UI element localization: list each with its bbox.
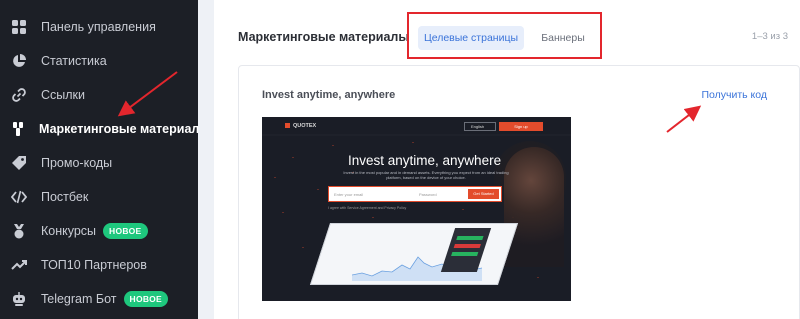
banner-subtitle: Invest in the most popular and in demand… — [343, 170, 509, 180]
banner-email-field: Enter your email — [334, 192, 364, 197]
tab-banners[interactable]: Баннеры — [533, 26, 593, 50]
banner-headline: Invest anytime, anywhere — [348, 153, 502, 168]
content-gutter — [198, 0, 214, 319]
new-badge: НОВОЕ — [103, 223, 148, 239]
banner-password-field: Password — [419, 192, 437, 197]
landing-page-preview: QUOTEX English Sign up Invest anytime, a… — [262, 117, 571, 301]
code-icon — [10, 188, 28, 206]
sidebar-item-label: Промо-коды — [41, 156, 113, 170]
sidebar-item-label: Ссылки — [41, 88, 86, 102]
sidebar-item-marketing-materials[interactable]: Маркетинговые материалы — [0, 112, 210, 146]
sidebar-item-links[interactable]: Ссылки — [0, 78, 198, 112]
sidebar: Панель управления Статистика Ссылки Марк… — [0, 0, 210, 319]
pagination-count: 1–3 из 3 — [751, 31, 788, 42]
tabs-highlight-box: Целевые страницы Баннеры — [407, 12, 602, 59]
sidebar-item-label: ТОП10 Партнеров — [41, 258, 147, 272]
sidebar-item-statistics[interactable]: Статистика — [0, 44, 198, 78]
sidebar-item-contests[interactable]: Конкурсы НОВОЕ — [0, 214, 198, 248]
tag-icon — [10, 154, 28, 172]
medal-icon — [10, 222, 28, 240]
sidebar-item-promo-codes[interactable]: Промо-коды — [0, 146, 198, 180]
sidebar-item-label: Маркетинговые материалы — [39, 122, 211, 136]
card-title: Invest anytime, anywhere — [262, 89, 396, 101]
banner-language-select: English — [464, 122, 496, 131]
banner-signup-button: Sign up — [499, 122, 543, 131]
link-icon — [10, 86, 28, 104]
sidebar-item-dashboard[interactable]: Панель управления — [0, 10, 198, 44]
robot-icon — [10, 290, 28, 308]
dashboard-icon — [10, 18, 28, 36]
sidebar-item-label: Конкурсы — [41, 224, 97, 238]
sidebar-item-label: Статистика — [41, 54, 107, 68]
sidebar-item-label: Telegram Бот — [41, 292, 117, 306]
pie-chart-icon — [10, 52, 28, 70]
get-code-link[interactable]: Получить код — [701, 89, 767, 101]
new-badge: НОВОЕ — [123, 291, 168, 307]
banner-person-body — [504, 147, 564, 267]
sidebar-item-postback[interactable]: Постбек — [0, 180, 198, 214]
tab-landing-pages[interactable]: Целевые страницы — [418, 26, 524, 50]
sidebar-item-label: Постбек — [41, 190, 89, 204]
banner-signup-form: Enter your email Password Get Started — [328, 186, 502, 202]
sidebar-item-top10-partners[interactable]: ТОП10 Партнеров — [0, 248, 198, 282]
sidebar-item-label: Панель управления — [41, 20, 156, 34]
brush-icon — [10, 120, 26, 138]
banner-start-button: Get Started — [468, 189, 499, 199]
main-panel: Маркетинговые материалы Целевые страницы… — [214, 0, 800, 319]
sidebar-item-telegram-bot[interactable]: Telegram Бот НОВОЕ — [0, 282, 198, 316]
trend-icon — [10, 256, 28, 274]
quotex-logo: QUOTEX — [285, 123, 316, 129]
banner-agree-checkbox: I agree with Service Agreement and Priva… — [328, 206, 407, 210]
page-title: Маркетинговые материалы — [238, 30, 410, 44]
